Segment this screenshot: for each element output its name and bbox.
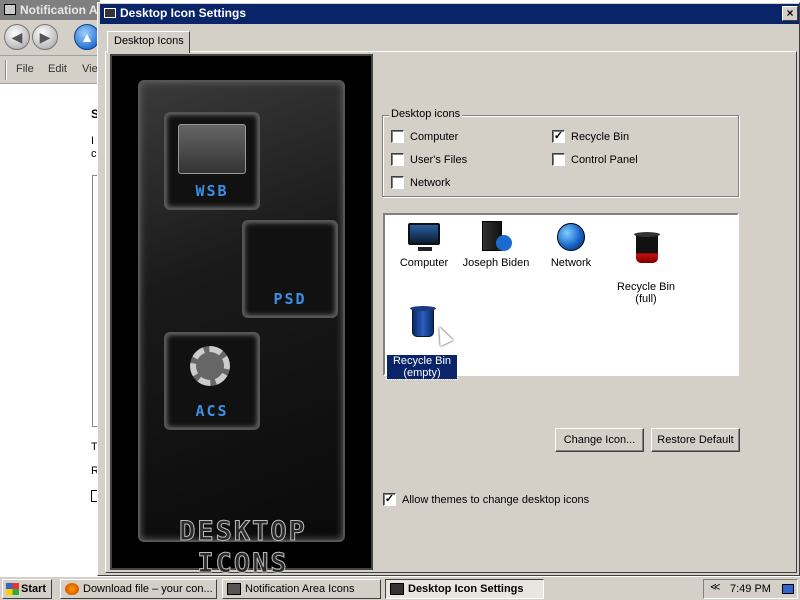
computer-icon (406, 219, 442, 255)
checkbox-box[interactable] (391, 130, 404, 143)
background-window-title: Notification A (20, 3, 98, 17)
icon-caption: Recycle Bin (empty) (386, 354, 458, 380)
background-text-fragment: I (91, 135, 95, 147)
back-arrow-icon[interactable]: ◀ (4, 24, 30, 50)
preview-thumb-big-label: PS (274, 238, 306, 268)
monitor-icon (227, 583, 241, 595)
menu-view[interactable]: Vie (82, 63, 98, 75)
taskbar-item-notification-area[interactable]: Notification Area Icons (222, 579, 381, 599)
taskbar-item-desktop-icon-settings[interactable]: Desktop Icon Settings (385, 579, 544, 599)
background-nav-bar: ◀ ▶ ▲ (0, 20, 100, 56)
checkbox-box[interactable] (391, 153, 404, 166)
checkbox-label: Control Panel (571, 153, 638, 166)
restore-default-button[interactable]: Restore Default (651, 428, 740, 452)
checkbox-allow-themes[interactable]: ✓ Allow themes to change desktop icons (383, 493, 589, 506)
icon-item-users-files[interactable]: Joseph Biden (461, 219, 531, 269)
desktop-icons-group: Desktop icons Computer User's Files Netw… (382, 108, 739, 197)
toolbar-grip (5, 60, 7, 80)
dialog-titlebar[interactable]: Desktop Icon Settings × (100, 4, 799, 24)
icon-caption: Joseph Biden (462, 257, 530, 269)
dialog-title: Desktop Icon Settings (120, 6, 247, 20)
monitor-icon (104, 8, 116, 18)
checkbox-box[interactable] (552, 153, 565, 166)
background-window-titlebar[interactable]: Notification A (0, 0, 100, 20)
start-label: Start (21, 583, 47, 595)
icon-item-recycle-bin-full[interactable]: Recycle Bin (full) (611, 219, 681, 317)
change-icon-button[interactable]: Change Icon... (555, 428, 644, 452)
checkbox-network[interactable]: Network (391, 176, 450, 189)
checkbox-recycle-bin[interactable]: ✓ Recycle Bin (552, 130, 629, 143)
preview-thumb-acs: ACS (164, 332, 260, 430)
icon-item-computer[interactable]: Computer (389, 219, 459, 269)
menu-edit[interactable]: Edit (48, 63, 67, 75)
checkbox-label: User's Files (410, 153, 468, 166)
window-icon (4, 4, 16, 15)
checkmark-icon[interactable]: ✓ (383, 493, 396, 506)
background-menu-bar: File Edit Vie (0, 56, 100, 84)
wrench-icon (178, 124, 246, 174)
forward-arrow-icon[interactable]: ▶ (32, 24, 58, 50)
taskbar: Start Download file – your con... Notifi… (0, 576, 800, 600)
taskbar-item-label: Desktop Icon Settings (408, 583, 524, 595)
preview-thumb-psd: PS PSD (242, 220, 338, 318)
checkbox-label: Allow themes to change desktop icons (402, 493, 590, 506)
checkbox-label: Network (410, 176, 451, 189)
icon-list-view[interactable]: Computer Joseph Biden Network Recycle Bi… (383, 213, 739, 380)
checkbox-users-files[interactable]: User's Files (391, 153, 467, 166)
windows-flag-icon (6, 583, 19, 595)
gear-icon (190, 346, 230, 386)
network-monitor-icon[interactable] (782, 584, 794, 594)
tray-expand-icon[interactable]: ≪ (710, 582, 720, 593)
clock[interactable]: 7:49 PM (730, 583, 771, 595)
group-label: Desktop icons (389, 108, 463, 120)
checkbox-label: Computer (410, 130, 459, 143)
preview-desktop-icons-logo: DESKTOP ICONS (179, 516, 307, 580)
user-files-icon (478, 219, 514, 255)
preview-thumb-label: WSB (195, 182, 229, 200)
network-globe-icon (553, 219, 589, 255)
tab-desktop-icons[interactable]: Desktop Icons (107, 31, 190, 53)
close-button[interactable]: × (782, 6, 798, 21)
icon-caption: Network (550, 257, 592, 269)
start-button[interactable]: Start (2, 579, 52, 599)
theme-preview-image: WSB PS PSD ACS DESKTOP ICONS (110, 54, 373, 580)
checkbox-box[interactable] (391, 176, 404, 189)
taskbar-item-label: Download file – your con... (83, 583, 213, 595)
desktop-icon-settings-dialog: Desktop Icon Settings × Desktop Icons WS… (97, 2, 800, 580)
recycle-bin-full-icon (628, 231, 664, 267)
checkbox-computer[interactable]: Computer (391, 130, 458, 143)
system-tray: ≪ 7:49 PM (703, 579, 798, 599)
icon-caption: Recycle Bin (full) (616, 281, 676, 305)
taskbar-item-download[interactable]: Download file – your con... (60, 579, 217, 599)
icon-caption: Computer (399, 257, 449, 269)
checkbox-label: Recycle Bin (571, 130, 630, 143)
background-text-fragment: c (91, 148, 97, 160)
taskbar-item-label: Notification Area Icons (245, 583, 355, 595)
icon-item-network[interactable]: Network (536, 219, 606, 269)
checkmark-icon[interactable]: ✓ (552, 130, 565, 143)
preview-thumb-wsb: WSB (164, 112, 260, 210)
firefox-icon (65, 583, 79, 595)
monitor-icon (390, 583, 404, 595)
checkbox-control-panel[interactable]: Control Panel (552, 153, 638, 166)
preview-thumb-label: ACS (195, 402, 229, 420)
menu-file[interactable]: File (16, 63, 34, 75)
preview-thumb-label: PSD (273, 290, 307, 308)
